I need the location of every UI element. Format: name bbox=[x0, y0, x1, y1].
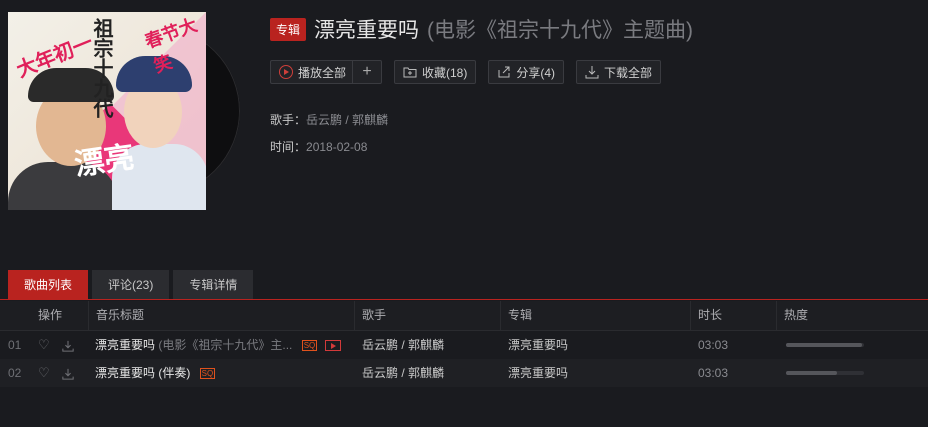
track-number: 02 bbox=[8, 366, 22, 380]
header-album[interactable]: 专辑 bbox=[500, 301, 532, 330]
heart-icon[interactable]: ♡ bbox=[38, 331, 50, 359]
album-title: 漂亮重要吗 bbox=[314, 19, 420, 42]
table-header: 操作 音乐标题 歌手 专辑 时长 热度 bbox=[0, 301, 928, 331]
song-duration: 03:03 bbox=[698, 366, 729, 380]
content-tabs: 歌曲列表 评论(23) 专辑详情 bbox=[8, 270, 257, 300]
table-row[interactable]: 02 ♡ 漂亮重要吗 (伴奏) SQ 岳云鹏 / 郭麒麟 漂亮重要吗 03:03 bbox=[0, 359, 928, 387]
download-icon[interactable] bbox=[62, 331, 74, 359]
tab-comments[interactable]: 评论(23) bbox=[92, 270, 170, 300]
cover-text-top: 祖宗十九代 bbox=[90, 18, 114, 118]
heart-icon[interactable]: ♡ bbox=[38, 359, 50, 387]
table-row[interactable]: 01 ♡ 漂亮重要吗 (电影《祖宗十九代》主... SQ 岳云鹏 / 郭麒麟 漂… bbox=[0, 331, 928, 359]
artist-label: 歌手： bbox=[270, 113, 307, 127]
album-date: 2018-02-08 bbox=[306, 140, 368, 154]
action-buttons: 播放全部 + 收藏(18) 分享(4) 下载全部 bbox=[270, 60, 673, 84]
share-button[interactable]: 分享(4) bbox=[488, 60, 565, 84]
play-all-label: 播放全部 bbox=[298, 65, 347, 80]
album-artist-info: 歌手：岳云鹏 / 郭麒麟 bbox=[270, 111, 388, 128]
date-label: 时间： bbox=[270, 140, 307, 154]
favorite-button[interactable]: 收藏(18) bbox=[394, 60, 477, 84]
heat-bar bbox=[786, 371, 864, 375]
play-icon bbox=[279, 65, 293, 79]
song-duration: 03:03 bbox=[698, 338, 729, 352]
tab-divider bbox=[0, 299, 928, 300]
song-title-text[interactable]: 漂亮重要吗 bbox=[95, 338, 155, 352]
download-icon bbox=[585, 66, 599, 79]
album-subtitle: (电影《祖宗十九代》主题曲) bbox=[427, 19, 694, 42]
song-album[interactable]: 漂亮重要吗 bbox=[508, 331, 568, 359]
song-title-extra: (电影《祖宗十九代》主... bbox=[158, 338, 293, 352]
header-title[interactable]: 音乐标题 bbox=[88, 301, 144, 330]
play-all-button[interactable]: 播放全部 bbox=[270, 60, 353, 84]
download-icon[interactable] bbox=[62, 359, 74, 387]
song-title[interactable]: 漂亮重要吗 (伴奏) SQ bbox=[95, 359, 216, 387]
album-date-info: 时间：2018-02-08 bbox=[270, 138, 367, 155]
song-album[interactable]: 漂亮重要吗 bbox=[508, 359, 568, 387]
album-artist-link[interactable]: 岳云鹏 / 郭麒麟 bbox=[306, 113, 388, 127]
share-icon bbox=[498, 66, 510, 78]
sq-quality-badge: SQ bbox=[301, 340, 318, 352]
sq-quality-badge: SQ bbox=[199, 368, 216, 380]
mv-play-icon[interactable] bbox=[324, 340, 341, 352]
add-to-playlist-button[interactable]: + bbox=[352, 60, 383, 84]
album-tag-badge: 专辑 bbox=[270, 17, 307, 41]
tab-song-list[interactable]: 歌曲列表 bbox=[8, 270, 89, 300]
track-number: 01 bbox=[8, 338, 22, 352]
header-ops: 操作 bbox=[38, 308, 63, 322]
share-label: 分享(4) bbox=[516, 65, 556, 80]
album-title-row: 专辑 漂亮重要吗 (电影《祖宗十九代》主题曲) bbox=[270, 16, 693, 42]
download-all-button[interactable]: 下载全部 bbox=[576, 60, 662, 84]
download-all-label: 下载全部 bbox=[604, 65, 653, 80]
header-artist[interactable]: 歌手 bbox=[354, 301, 386, 330]
song-artist[interactable]: 岳云鹏 / 郭麒麟 bbox=[362, 331, 444, 359]
tab-album-details[interactable]: 专辑详情 bbox=[173, 270, 254, 300]
header-duration[interactable]: 时长 bbox=[690, 301, 722, 330]
song-title[interactable]: 漂亮重要吗 (电影《祖宗十九代》主... SQ bbox=[95, 331, 341, 359]
cover-text-center: 漂亮 bbox=[72, 139, 137, 183]
album-cover-area: 大年初一 春节大笑 祖宗十九代 漂亮 bbox=[8, 12, 240, 210]
header-heat[interactable]: 热度 bbox=[776, 301, 808, 330]
folder-plus-icon bbox=[403, 67, 417, 78]
song-artist[interactable]: 岳云鹏 / 郭麒麟 bbox=[362, 359, 444, 387]
heat-bar bbox=[786, 343, 864, 347]
album-cover[interactable]: 大年初一 春节大笑 祖宗十九代 漂亮 bbox=[8, 12, 206, 210]
favorite-label: 收藏(18) bbox=[422, 65, 468, 80]
song-title-text[interactable]: 漂亮重要吗 (伴奏) bbox=[95, 366, 190, 380]
